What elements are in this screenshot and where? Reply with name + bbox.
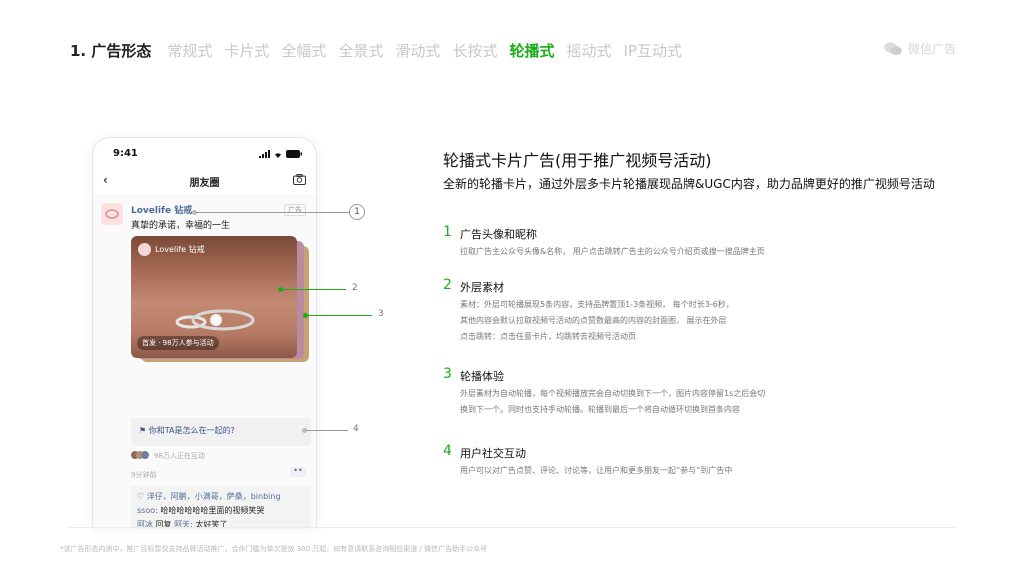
moments-feed: Lovelife 钻戒 广告 真挚的承诺，幸福的一生 Lovelife 钻戒 首… (93, 194, 316, 529)
feature-4-title: 用户社交互动 (460, 447, 526, 460)
advertiser-name[interactable]: Lovelife 钻戒 (131, 203, 192, 216)
status-bar: 9:41 (113, 148, 302, 159)
participant-avatars (131, 451, 149, 461)
feature-2-number: 2 (443, 277, 452, 293)
feature-2-desc-line: 素材：外层可轮播展现5条内容，支持品牌置顶1-3条视频， 每个时长3-6秒， (460, 300, 734, 309)
feature-4-desc: 用户可以对广告点赞、评论、讨论等，让用户和更多朋友一起“参与”到广告中 (460, 463, 732, 479)
post-timestamp: 9分钟前 (131, 471, 157, 479)
comment-1[interactable]: ssoo: 哈哈哈哈哈哈里面的视频笑哭 (137, 504, 305, 518)
callout-1: 1 (349, 204, 365, 220)
feature-1-desc: 拉取广告主公众号头像&名称， 用户点击跳转广告主的公众号介绍页或搜一搜品牌主页 (460, 244, 765, 260)
ad-slogan: 真挚的承诺，幸福的一生 (131, 221, 231, 231)
feature-2-desc: 素材：外层可轮播展现5条内容，支持品牌置顶1-3条视频， 每个时长3-6秒， 其… (460, 297, 734, 345)
battery-icon (286, 149, 302, 158)
status-icons (259, 149, 302, 158)
feature-1-number: 1 (443, 224, 452, 240)
feature-3-desc-line: 外层素材为自动轮播，每个视频播放完会自动切换到下一个，图片内容停留1s之后会切 (460, 389, 766, 398)
callout-4: 4 (353, 424, 359, 434)
status-time: 9:41 (113, 148, 138, 159)
footer-divider (66, 527, 958, 528)
phone-mockup: 9:41 ‹ 朋友圈 Lovelife 钻戒 广告 真挚的承诺，幸福的一生 Lo… (92, 137, 317, 529)
card-badge: 首发 · 98万人参与活动 (137, 336, 219, 350)
moments-title: 朋友圈 (189, 177, 220, 189)
footnote: *该广告形态内测中，推广目标暂仅支持品牌活动推广，合作门槛为单次投放 300 万… (60, 545, 488, 553)
feature-1-desc-line: 拉取广告主公众号头像&名称， 用户点击跳转广告主的公众号介绍页或搜一搜品牌主页 (460, 247, 765, 256)
feature-3-desc-line: 换到下一个。同时也支持手动轮播。轮播到最后一个将自动循环切换到首条内容 (460, 405, 740, 414)
callout-line-2 (282, 289, 346, 290)
feature-2-title: 外层素材 (460, 281, 504, 294)
callout-line-1 (196, 212, 349, 213)
ring-logo-icon (105, 209, 119, 219)
advertiser-avatar[interactable] (101, 203, 123, 225)
feature-2-desc-line: 其他内容会默认拉取视频号活动的点赞数最高的内容的封面图， 展示在外层 (460, 316, 727, 325)
callout-2: 2 (352, 283, 358, 293)
heart-icon: ♡ (137, 492, 145, 501)
feature-4-number: 4 (443, 443, 452, 459)
carousel-card-stack[interactable]: Lovelife 钻戒 首发 · 98万人参与活动 (131, 236, 311, 386)
tab-card[interactable]: 卡片式 (224, 40, 269, 61)
card-question[interactable]: ⚑ 你和TA是怎么在一起的? (139, 425, 235, 436)
card-question-text: 你和TA是怎么在一起的? (148, 426, 235, 435)
comment-1-text: 哈哈哈哈哈哈里面的视频笑哭 (157, 506, 265, 515)
ad-tag[interactable]: 广告 (284, 204, 306, 216)
callout-line-3 (307, 315, 372, 316)
wechat-ads-brand: 微信广告 (883, 40, 956, 57)
tab-panorama[interactable]: 全景式 (338, 40, 383, 61)
flag-icon: ⚑ (139, 426, 147, 435)
participants-row: 98万人正在互动 (131, 451, 205, 461)
feature-1-title: 广告头像和昵称 (460, 228, 537, 241)
brand-label: 微信广告 (907, 42, 956, 56)
phone-header: ‹ 朋友圈 (93, 170, 316, 192)
carousel-card-front[interactable]: Lovelife 钻戒 首发 · 98万人参与活动 (131, 236, 297, 358)
comments-box: ♡ 洋仔，阿鹏，小满哥，萨桑，binbing ssoo: 哈哈哈哈哈哈里面的视频… (131, 486, 311, 529)
back-icon[interactable]: ‹ (103, 173, 108, 187)
comment-1-user[interactable]: ssoo: (137, 506, 158, 515)
tab-shake[interactable]: 摇动式 (566, 40, 611, 61)
camera-icon[interactable] (293, 174, 306, 185)
tab-ip-interactive[interactable]: IP互动式 (623, 40, 681, 61)
section-title: 1. 广告形态 (70, 42, 152, 60)
tab-slide[interactable]: 滑动式 (395, 40, 440, 61)
tab-longpress[interactable]: 长按式 (452, 40, 497, 61)
ad-format-subtitle: 全新的轮播卡片，通过外层多卡片轮播展现品牌&UGC内容，助力品牌更好的推广视频号… (443, 177, 935, 191)
tab-fullscreen[interactable]: 全幅式 (281, 40, 326, 61)
participants-count: 98万人正在互动 (154, 452, 205, 460)
feature-3-title: 轮播体验 (460, 370, 504, 383)
likes-list[interactable]: 洋仔，阿鹏，小满哥，萨桑，binbing (147, 492, 281, 501)
feature-3-number: 3 (443, 366, 452, 382)
feature-2-desc-line: 点击跳转：点击任意卡片，均跳转去视频号活动页 (460, 332, 636, 341)
feature-3-desc: 外层素材为自动轮播，每个视频播放完会自动切换到下一个，图片内容停留1s之后会切 … (460, 386, 765, 418)
ad-format-title: 轮播式卡片广告(用于推广视频号活动) (443, 151, 712, 170)
signal-icon (259, 149, 270, 158)
callout-3: 3 (378, 309, 384, 319)
wifi-icon (275, 152, 281, 158)
feature-4-desc-line: 用户可以对广告点赞、评论、讨论等，让用户和更多朋友一起“参与”到广告中 (460, 466, 733, 475)
wechat-logo-icon (884, 41, 902, 55)
callout-line-4 (306, 430, 348, 431)
more-button[interactable]: •• (290, 467, 306, 477)
top-nav: 1. 广告形态 常规式 卡片式 全幅式 全景式 滑动式 长按式 轮播式 摇动式 … (70, 40, 682, 61)
likes-row: ♡ 洋仔，阿鹏，小满哥，萨桑，binbing (137, 490, 305, 504)
tab-carousel[interactable]: 轮播式 (509, 40, 554, 61)
tab-regular[interactable]: 常规式 (167, 40, 212, 61)
